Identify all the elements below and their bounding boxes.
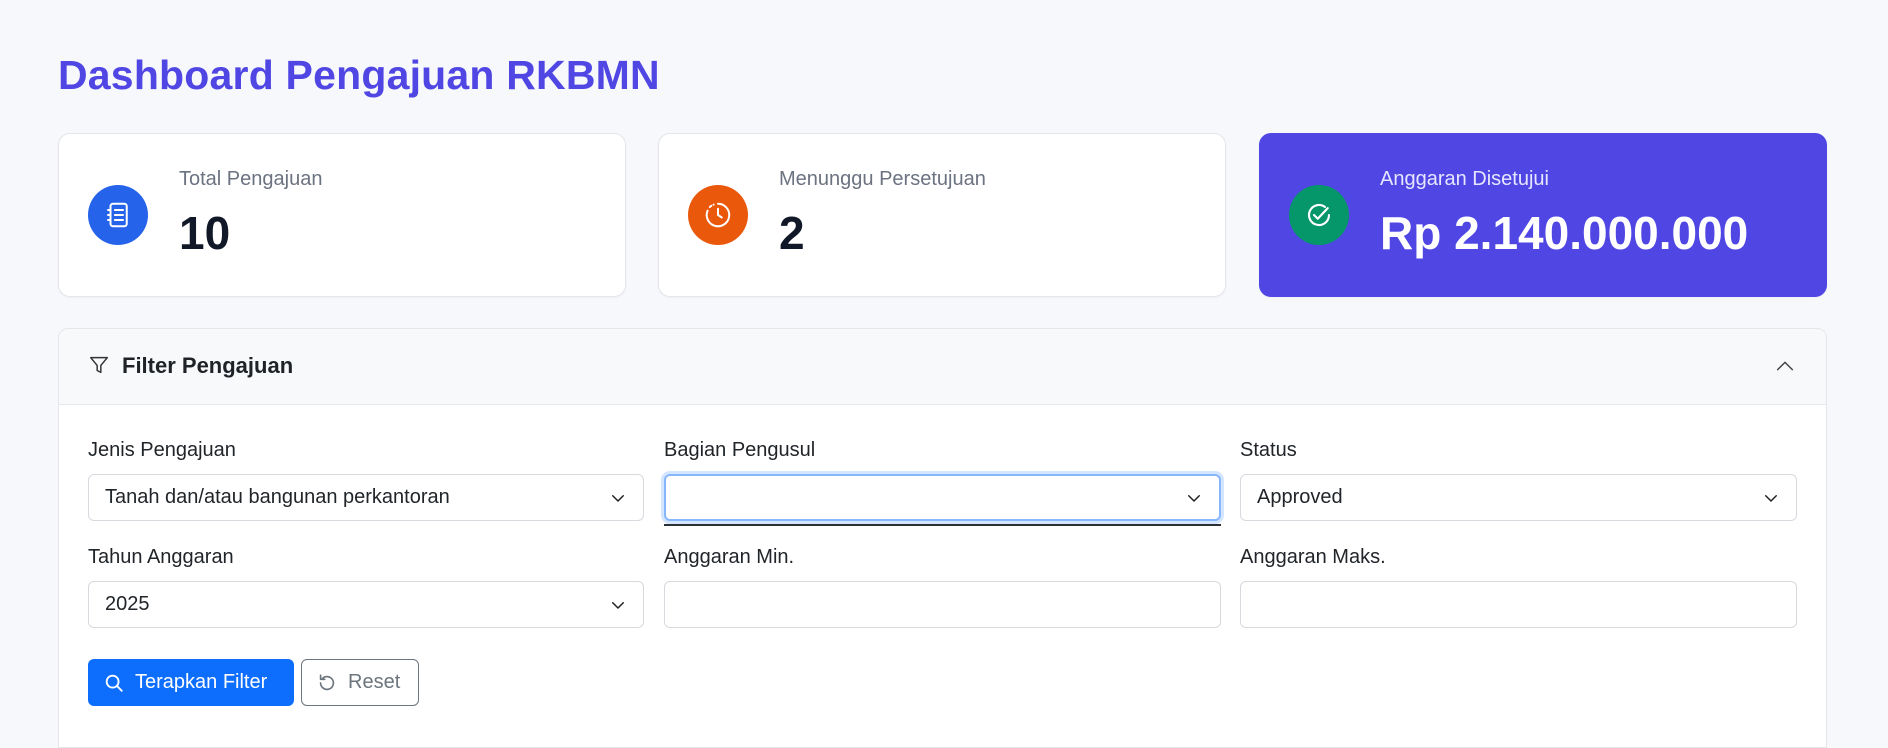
- status-value: Approved: [1257, 486, 1343, 508]
- filter-panel: Filter Pengajuan Jenis Pengajuan Tanah d…: [58, 328, 1827, 748]
- tahun-anggaran-value: 2025: [105, 593, 150, 615]
- document-list-icon: [88, 185, 148, 245]
- chevron-down-icon: [612, 601, 624, 609]
- apply-filter-label: Terapkan Filter: [135, 671, 268, 693]
- stat-card-total: Total Pengajuan 10: [58, 133, 626, 297]
- status-label: Status: [1240, 439, 1297, 461]
- apply-filter-button[interactable]: Terapkan Filter: [88, 659, 294, 706]
- bagian-pengusul-label: Bagian Pengusul: [664, 439, 816, 461]
- anggaran-maks-input[interactable]: [1240, 581, 1797, 628]
- tahun-anggaran-label: Tahun Anggaran: [88, 546, 234, 568]
- jenis-pengajuan-value: Tanah dan/atau bangunan perkantoran: [105, 486, 450, 508]
- dropdown-list-edge: [664, 524, 1221, 526]
- status-select[interactable]: Approved: [1240, 474, 1797, 521]
- anggaran-maks-label: Anggaran Maks.: [1240, 546, 1386, 568]
- filter-header[interactable]: Filter Pengajuan: [59, 329, 1826, 405]
- stat-value: Rp 2.140.000.000: [1380, 207, 1749, 259]
- bagian-pengusul-select[interactable]: [664, 474, 1221, 521]
- search-icon: [105, 674, 123, 692]
- stat-card-pending: Menunggu Persetujuan 2: [658, 133, 1226, 297]
- chevron-up-icon: [1776, 361, 1794, 371]
- stat-card-approved-budget: Anggaran Disetujui Rp 2.140.000.000: [1259, 133, 1827, 297]
- tahun-anggaran-select[interactable]: 2025: [88, 581, 644, 628]
- anggaran-min-label: Anggaran Min.: [664, 546, 795, 568]
- reset-label: Reset: [348, 671, 401, 693]
- funnel-icon: [90, 356, 108, 374]
- chevron-down-icon: [1765, 494, 1777, 502]
- stat-label: Menunggu Persetujuan: [779, 168, 986, 190]
- clock-icon: [688, 185, 748, 245]
- chevron-down-icon: [612, 494, 624, 502]
- reset-button[interactable]: Reset: [301, 659, 419, 706]
- stat-value: 2: [779, 207, 805, 259]
- jenis-pengajuan-select[interactable]: Tanah dan/atau bangunan perkantoran: [88, 474, 644, 521]
- check-circle-icon: [1289, 185, 1349, 245]
- stat-value: 10: [179, 207, 231, 259]
- filter-title: Filter Pengajuan: [122, 353, 294, 378]
- page-title: Dashboard Pengajuan RKBMN: [58, 52, 660, 98]
- reset-icon: [319, 673, 335, 690]
- stat-label: Anggaran Disetujui: [1380, 168, 1549, 190]
- chevron-down-icon: [1188, 494, 1200, 502]
- anggaran-min-input[interactable]: [664, 581, 1221, 628]
- collapse-button[interactable]: [1772, 353, 1798, 379]
- stat-label: Total Pengajuan: [179, 168, 323, 190]
- jenis-pengajuan-label: Jenis Pengajuan: [88, 439, 236, 461]
